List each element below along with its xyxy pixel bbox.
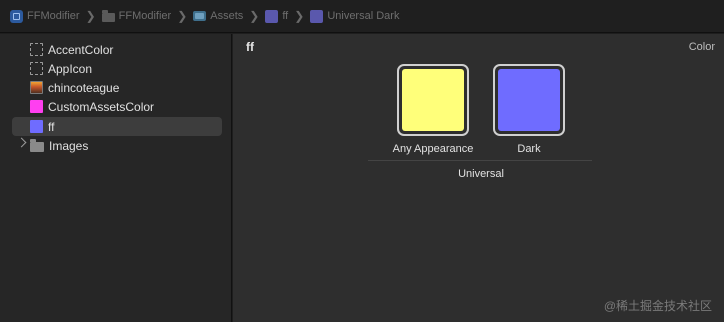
xcode-project-icon [10, 9, 23, 23]
well-label-dark: Dark [517, 143, 541, 155]
list-item-label: AccentColor [48, 42, 114, 57]
watermark: @稀土掘金技术社区 [603, 299, 712, 313]
empty-color-set-icon [30, 43, 43, 56]
chevron-right-icon: ❯ [177, 9, 188, 23]
list-item-images[interactable]: Images [12, 136, 222, 155]
crumb-appearance-label: Universal Dark [327, 10, 400, 22]
list-item-label: Images [49, 138, 89, 153]
color-swatch-icon [30, 100, 43, 113]
crumb-assets[interactable]: Assets [193, 10, 243, 22]
crumb-group[interactable]: FFModifier [101, 9, 172, 22]
color-swatch [402, 69, 464, 131]
color-set-icon [310, 9, 324, 23]
list-item-label: CustomAssetsColor [48, 99, 155, 114]
list-item-customassetscolor[interactable]: CustomAssetsColor [12, 97, 222, 116]
crumb-color-set[interactable]: ff [265, 9, 289, 23]
appearance-group-label: Universal [458, 168, 504, 180]
color-well-dark[interactable] [493, 64, 565, 136]
chevron-right-icon: ❯ [249, 9, 260, 23]
image-set-icon [30, 81, 43, 94]
empty-appicon-icon [30, 62, 43, 75]
chevron-right-icon: ❯ [294, 9, 305, 23]
crumb-appearance[interactable]: Universal Dark [310, 9, 400, 23]
asset-kind-label: Color [688, 41, 715, 53]
asset-title: ff [246, 40, 254, 54]
color-well-any-appearance[interactable] [397, 64, 469, 136]
folder-icon [30, 138, 44, 152]
crumb-assets-label: Assets [210, 10, 244, 22]
asset-editor: ff Color Any Appearance Dark Universal @… [233, 34, 724, 322]
divider [368, 160, 592, 161]
list-item-label: AppIcon [48, 61, 93, 76]
asset-catalog-icon [193, 11, 207, 21]
asset-outline: AccentColor AppIcon chincoteague CustomA… [0, 34, 232, 322]
color-swatch-icon [30, 120, 43, 133]
crumb-project-label: FFModifier [27, 10, 80, 22]
list-item-label: chincoteague [48, 80, 120, 95]
crumb-color-set-label: ff [282, 10, 289, 22]
crumb-project[interactable]: FFModifier [10, 9, 80, 23]
color-swatch [498, 69, 560, 131]
list-item-chincoteague[interactable]: chincoteague [12, 78, 222, 97]
jump-bar: FFModifier ❯ FFModifier ❯ Assets ❯ ff ❯ … [0, 0, 724, 33]
list-item-accentcolor[interactable]: AccentColor [12, 40, 222, 59]
crumb-group-label: FFModifier [118, 10, 172, 22]
list-item-ff[interactable]: ff [12, 117, 222, 136]
chevron-right-icon: ❯ [85, 9, 96, 23]
color-set-icon [265, 9, 279, 23]
list-item-appicon[interactable]: AppIcon [12, 59, 222, 78]
folder-icon [101, 9, 115, 22]
disclosure-triangle-icon[interactable] [16, 137, 27, 148]
list-item-label: ff [48, 119, 55, 134]
